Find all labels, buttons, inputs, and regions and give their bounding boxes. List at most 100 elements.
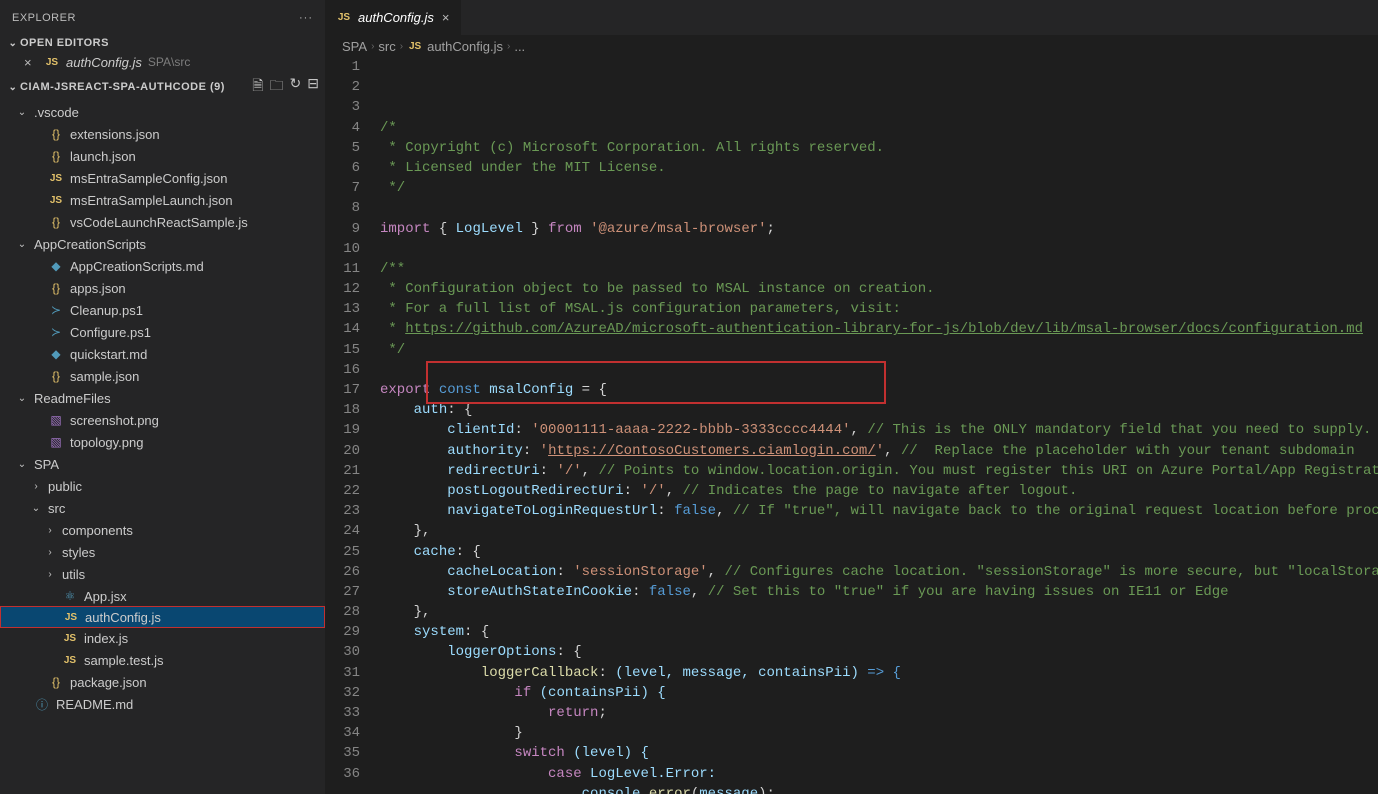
open-editors-title: OPEN EDITORS (20, 37, 109, 49)
line-gutter: 1234567891011121314151617181920212223242… (326, 57, 380, 794)
js-icon: JS (62, 633, 78, 644)
chevron-down-icon: ⌄ (6, 38, 20, 49)
project-header[interactable]: ⌄ CIAM-JSREACT-SPA-AUTHCODE (9) 🗎 🗀 ↻ ⊟ (0, 73, 325, 101)
file-App.jsx[interactable]: ⚛App.jsx (0, 585, 325, 607)
js-icon: JS (48, 173, 64, 184)
explorer-more-icon[interactable]: ··· (299, 12, 313, 24)
file-screenshot.png[interactable]: ▧screenshot.png (0, 409, 325, 431)
ps-icon: ≻ (48, 303, 64, 317)
file-topology.png[interactable]: ▧topology.png (0, 431, 325, 453)
collapse-icon[interactable]: ⊟ (307, 75, 319, 99)
react-icon: ⚛ (62, 589, 78, 603)
js-icon: JS (48, 195, 64, 206)
tree-label: vsCodeLaunchReactSample.js (70, 215, 248, 230)
chevron-right-icon: › (400, 41, 403, 52)
chevron-icon: › (30, 481, 42, 492)
js-icon: JS (407, 41, 423, 52)
refresh-icon[interactable]: ↻ (290, 75, 302, 99)
js-icon: JS (63, 612, 79, 623)
folder-styles[interactable]: ›styles (0, 541, 325, 563)
file-Cleanup.ps1[interactable]: ≻ Cleanup.ps1 (0, 299, 325, 321)
tree-label: msEntraSampleLaunch.json (70, 193, 233, 208)
tree-label: Configure.ps1 (70, 325, 151, 340)
close-icon[interactable]: × (24, 55, 38, 70)
file-sample.json[interactable]: sample.json (0, 365, 325, 387)
tree-label: sample.json (70, 369, 139, 384)
file-apps.json[interactable]: apps.json (0, 277, 325, 299)
editor-area: JS authConfig.js × SPA › src › JS authCo… (326, 0, 1378, 794)
file-index.js[interactable]: JSindex.js (0, 627, 325, 649)
tree-label: apps.json (70, 281, 126, 296)
file-msEntraSampleConfig.json[interactable]: JS msEntraSampleConfig.json (0, 167, 325, 189)
folder-public[interactable]: › public (0, 475, 325, 497)
tabs-row: JS authConfig.js × (326, 0, 1378, 35)
breadcrumb[interactable]: SPA › src › JS authConfig.js › ... (326, 35, 1378, 57)
tree-label: README.md (56, 697, 133, 712)
new-folder-icon[interactable]: 🗀 (270, 75, 284, 99)
tree-label: public (48, 479, 82, 494)
chevron-icon: ⌄ (30, 503, 42, 514)
breadcrumb-part: ... (514, 39, 525, 54)
code-editor[interactable]: 1234567891011121314151617181920212223242… (326, 57, 1378, 794)
chevron-icon: › (44, 525, 56, 536)
explorer-header: EXPLORER ··· (0, 0, 325, 35)
open-editor-item[interactable]: × JS authConfig.js SPA\src (0, 51, 325, 73)
open-editors-header[interactable]: ⌄ OPEN EDITORS (0, 35, 325, 51)
open-editor-path: SPA\src (148, 55, 190, 69)
breadcrumb-part: SPA (342, 39, 367, 54)
json-icon (48, 675, 64, 689)
folder-components[interactable]: › components (0, 519, 325, 541)
md-icon: ◆ (48, 347, 64, 361)
ps-icon: ≻ (48, 325, 64, 339)
chevron-right-icon: › (371, 41, 374, 52)
tree-label: package.json (70, 675, 147, 690)
tree-label: extensions.json (70, 127, 160, 142)
folder-src[interactable]: ⌄ src (0, 497, 325, 519)
tree-label: quickstart.md (70, 347, 147, 362)
file-sample.test.js[interactable]: JSsample.test.js (0, 649, 325, 671)
file-Configure.ps1[interactable]: ≻ Configure.ps1 (0, 321, 325, 343)
tree-label: authConfig.js (85, 610, 161, 625)
file-extensions.json[interactable]: extensions.json (0, 123, 325, 145)
js-icon: JS (44, 57, 60, 68)
tree-label: ReadmeFiles (34, 391, 111, 406)
new-file-icon[interactable]: 🗎 (252, 75, 263, 99)
file-README.md[interactable]: ⓘREADME.md (0, 693, 325, 715)
file-tree: ⌄.vscode extensions.json launch.json JS msEn… (0, 101, 325, 794)
explorer-title: EXPLORER (12, 12, 76, 24)
project-title: CIAM-JSREACT-SPA-AUTHCODE (9) (20, 81, 225, 93)
tab-authconfig[interactable]: JS authConfig.js × (326, 0, 462, 35)
open-editor-name: authConfig.js (66, 55, 142, 70)
breadcrumb-part: authConfig.js (427, 39, 503, 54)
file-vsCodeLaunchReactSample.js[interactable]: vsCodeLaunchReactSample.js (0, 211, 325, 233)
file-authConfig.js[interactable]: JS authConfig.js (0, 606, 325, 628)
file-AppCreationScripts.md[interactable]: ◆AppCreationScripts.md (0, 255, 325, 277)
tree-label: src (48, 501, 65, 516)
folder-.vscode[interactable]: ⌄.vscode (0, 101, 325, 123)
file-msEntraSampleLaunch.json[interactable]: JS msEntraSampleLaunch.json (0, 189, 325, 211)
json-icon (48, 149, 64, 163)
tree-label: msEntraSampleConfig.json (70, 171, 228, 186)
tree-label: Cleanup.ps1 (70, 303, 143, 318)
chevron-icon: › (44, 569, 56, 580)
tree-label: styles (62, 545, 95, 560)
file-launch.json[interactable]: launch.json (0, 145, 325, 167)
file-package.json[interactable]: package.json (0, 671, 325, 693)
code-content[interactable]: /* * Copyright (c) Microsoft Corporation… (380, 57, 1378, 794)
folder-spa[interactable]: ⌄ SPA (0, 453, 325, 475)
folder-appcreationscripts[interactable]: ⌄AppCreationScripts (0, 233, 325, 255)
folder-readmefiles[interactable]: ⌄ReadmeFiles (0, 387, 325, 409)
file-quickstart.md[interactable]: ◆ quickstart.md (0, 343, 325, 365)
json-icon (48, 215, 64, 229)
breadcrumb-part: src (378, 39, 395, 54)
tree-label: SPA (34, 457, 59, 472)
close-icon[interactable]: × (440, 10, 452, 25)
folder-utils[interactable]: ›utils (0, 563, 325, 585)
tree-label: launch.json (70, 149, 136, 164)
chevron-down-icon: ⌄ (6, 82, 20, 93)
chevron-icon: ⌄ (16, 107, 28, 118)
chevron-icon: ⌄ (16, 459, 28, 470)
tree-label: components (62, 523, 133, 538)
js-icon: JS (62, 655, 78, 666)
img-icon: ▧ (48, 435, 64, 449)
